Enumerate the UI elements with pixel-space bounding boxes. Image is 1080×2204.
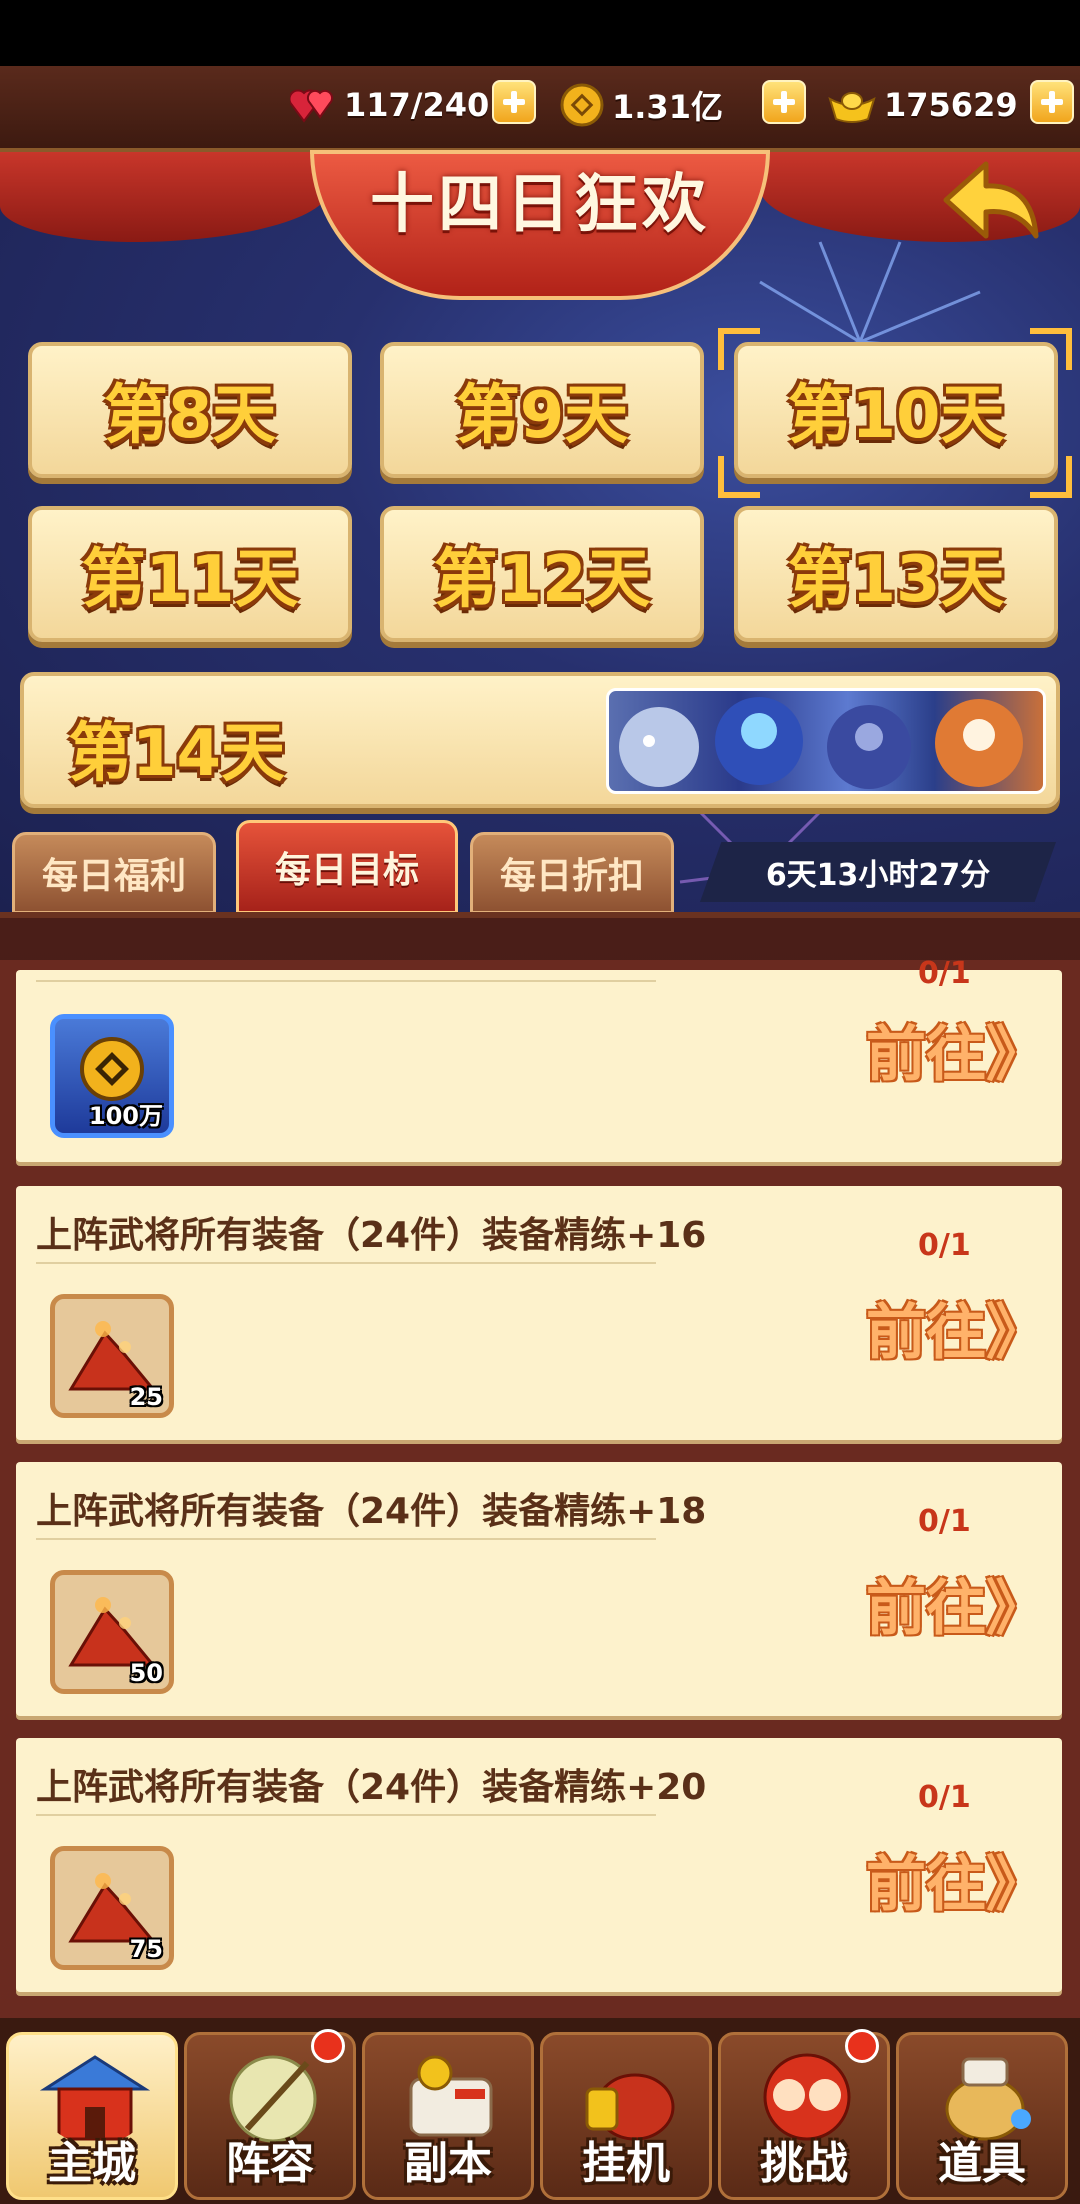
task-progress: 0/1 [918,956,971,991]
nav-label: 挂机 [582,2138,670,2189]
nav-label: 副本 [404,2138,492,2189]
countdown-timer: 6天13小时27分 [700,842,1056,902]
reward-item[interactable]: 100万 [50,1014,174,1138]
selection-corner [718,328,760,370]
day-button-13[interactable]: 第13天 [734,506,1058,642]
nav-lineup[interactable]: 阵容 [184,2029,356,2200]
task-progress: 0/1 [918,1228,971,1263]
nav-dungeon[interactable]: 副本 [362,2032,534,2200]
nav-main-city[interactable]: 主城 [6,2032,178,2200]
task-row: 上阵武将所有装备（24件）装备精练+18 0/1 前往》 50 [16,1462,1062,1716]
ingot-display: 175629 [828,78,1018,132]
coin-display: 1.31亿 [560,78,723,132]
go-button[interactable]: 前往》 [866,1560,1046,1647]
nav-label: 阵容 [226,2138,314,2189]
status-bar [0,0,1080,66]
reward-count: 100万 [88,1102,163,1130]
reward-item[interactable]: 50 [50,1570,174,1694]
nav-label: 主城 [48,2138,136,2189]
task-name: 上阵武将所有装备（24件）装备精练+18 [36,1491,707,1532]
task-row: 上阵武将所有装备（24件）装备精练+20 0/1 前往》 75 [16,1738,1062,1992]
nav-challenge[interactable]: 挑战 [718,2029,890,2200]
day-button-12[interactable]: 第12天 [380,506,704,642]
heart-icon [290,89,334,123]
task-divider [36,1538,656,1540]
go-button[interactable]: 前往》 [866,1006,1046,1093]
ingot-value: 175629 [884,86,1018,124]
day-label: 第12天 [433,543,651,617]
day-label: 第14天 [68,717,286,791]
selection-corner [1030,456,1072,498]
task-row: 上阵武将所有装备（24件）装备精练+16 0/1 前往》 25 [16,1186,1062,1440]
gold-ingot-icon [828,92,876,123]
day-button-9[interactable]: 第9天 [380,342,704,478]
tab-daily-discount[interactable]: 每日折扣 [470,832,674,914]
nav-label: 挑战 [760,2138,848,2189]
add-coin-button[interactable] [762,80,806,124]
day-label: 第9天 [455,379,629,453]
reward-count: 75 [129,1935,163,1963]
notification-badge [845,2029,879,2063]
reward-count: 25 [129,1383,163,1411]
tab-label: 每日折扣 [499,856,644,897]
selection-corner [1030,328,1072,370]
nav-idle[interactable]: 挂机 [540,2032,712,2200]
task-progress: 0/1 [918,1780,971,1815]
go-button[interactable]: 前往》 [866,1836,1046,1923]
tab-label: 每日福利 [41,856,186,897]
resource-bar: 117/240 1.31亿 175629 [0,66,1080,152]
nav-label: 道具 [938,2138,1026,2189]
go-button[interactable]: 前往》 [866,1284,1046,1371]
stamina-display: 117/240 [290,78,489,132]
nav-items[interactable]: 道具 [896,2032,1068,2200]
tab-daily-goals[interactable]: 每日目标 [236,820,458,914]
reward-item[interactable]: 75 [50,1846,174,1970]
hero-portraits [619,697,1023,789]
add-ingot-button[interactable] [1030,80,1074,124]
task-name: 上阵武将所有装备（24件）装备精练+16 [36,1215,707,1256]
coin-value: 1.31亿 [612,88,723,126]
task-divider [36,980,656,982]
selection-corner [718,456,760,498]
add-stamina-button[interactable] [492,80,536,124]
task-divider [36,1262,656,1264]
day-button-10[interactable]: 第10天 [734,342,1058,478]
tab-label: 每日目标 [274,850,419,891]
page-title: 十四日狂欢 [370,168,710,242]
task-name: 上阵武将所有装备（24件）装备精练+20 [36,1767,707,1808]
day-button-8[interactable]: 第8天 [28,342,352,478]
back-arrow-icon [943,161,1039,239]
tab-daily-welfare[interactable]: 每日福利 [12,832,216,914]
notification-badge [311,2029,345,2063]
task-progress: 0/1 [918,1504,971,1539]
reward-item[interactable]: 25 [50,1294,174,1418]
day-label: 第11天 [81,543,299,617]
day-label: 第10天 [787,379,1005,453]
task-row: 0/1 前往》 100万 [16,956,1062,1162]
heroes-preview-image [606,688,1046,794]
day-label: 第8天 [103,379,277,453]
stamina-value: 117/240 [344,86,490,124]
day-button-11[interactable]: 第11天 [28,506,352,642]
task-divider [36,1814,656,1816]
back-button[interactable] [936,150,1046,250]
coin-icon [560,83,604,127]
reward-count: 50 [129,1659,163,1687]
day-label: 第13天 [787,543,1005,617]
